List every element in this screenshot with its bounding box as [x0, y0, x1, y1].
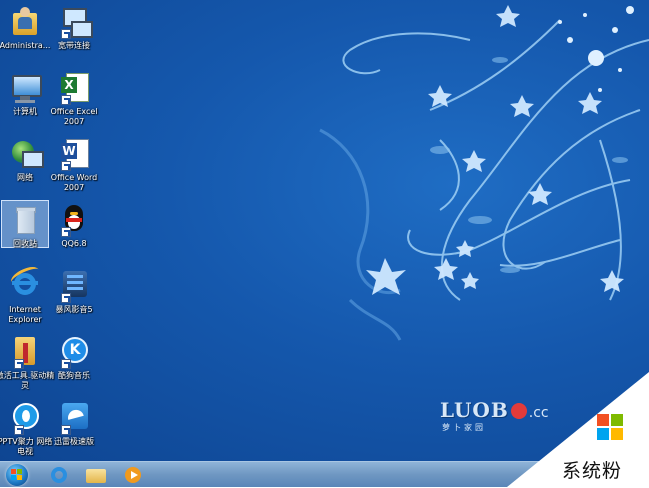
xitongfen-watermark: 系统粉 — [507, 372, 649, 487]
taskbar-explorer-button[interactable] — [80, 464, 112, 486]
shortcut-arrow-icon — [61, 227, 71, 237]
folder-icon — [86, 469, 106, 483]
baofeng-player-icon — [57, 269, 91, 303]
shortcut-arrow-icon — [61, 161, 71, 171]
desktop-icon-broadband[interactable]: 宽带连接 — [42, 2, 106, 51]
folder-tool-icon — [8, 335, 42, 369]
desktop-icon-office-word[interactable]: W Office Word 2007 — [42, 134, 106, 193]
icon-label: 宽带连接 — [58, 41, 90, 50]
watermark-text: 系统粉 — [562, 460, 623, 482]
network-icon — [8, 137, 44, 171]
desktop-icon-baofeng[interactable]: 暴风影音5 — [42, 266, 106, 315]
desktop-icon-office-excel[interactable]: X Office Excel 2007 — [42, 68, 106, 127]
shortcut-arrow-icon — [61, 29, 71, 39]
taskbar-media-player-button[interactable] — [118, 464, 150, 486]
microsoft-logo-icon — [597, 414, 623, 440]
shortcut-arrow-icon — [14, 359, 24, 369]
start-button[interactable] — [3, 462, 31, 488]
recycle-bin-icon — [8, 203, 42, 237]
windows-start-orb-icon — [6, 464, 28, 486]
icon-label: 暴风影音5 — [55, 305, 93, 314]
icon-label: 迅雷极速版 — [54, 437, 94, 446]
logo-text: LUOB — [440, 398, 509, 422]
excel-icon: X — [57, 71, 91, 105]
ie-icon — [51, 467, 67, 483]
shortcut-arrow-icon — [61, 359, 71, 369]
user-folder-icon — [8, 5, 42, 39]
icon-label: QQ6.8 — [61, 239, 87, 248]
taskbar-ie-button[interactable] — [44, 464, 76, 486]
shortcut-arrow-icon — [61, 425, 71, 435]
ie-icon — [8, 263, 42, 303]
broadband-connection-icon — [57, 5, 93, 39]
computer-icon — [8, 71, 42, 105]
icon-label: Office Excel 2007 — [50, 107, 98, 126]
icon-label: Office Word 2007 — [50, 173, 98, 192]
kugou-music-icon: K — [57, 335, 91, 369]
desktop-icon-xunlei[interactable]: 迅雷极速版 — [42, 398, 106, 447]
desktop-icon-qq[interactable]: QQ6.8 — [42, 200, 106, 249]
shortcut-arrow-icon — [61, 95, 71, 105]
word-icon: W — [57, 137, 91, 171]
icon-label: 酷狗音乐 — [58, 371, 90, 380]
qq-penguin-icon — [57, 203, 91, 237]
desktop-icon-kugou[interactable]: K 酷狗音乐 — [42, 332, 106, 381]
shortcut-arrow-icon — [14, 425, 24, 435]
shortcut-arrow-icon — [61, 293, 71, 303]
xunlei-bird-icon — [57, 401, 91, 435]
pptv-icon — [8, 401, 42, 435]
